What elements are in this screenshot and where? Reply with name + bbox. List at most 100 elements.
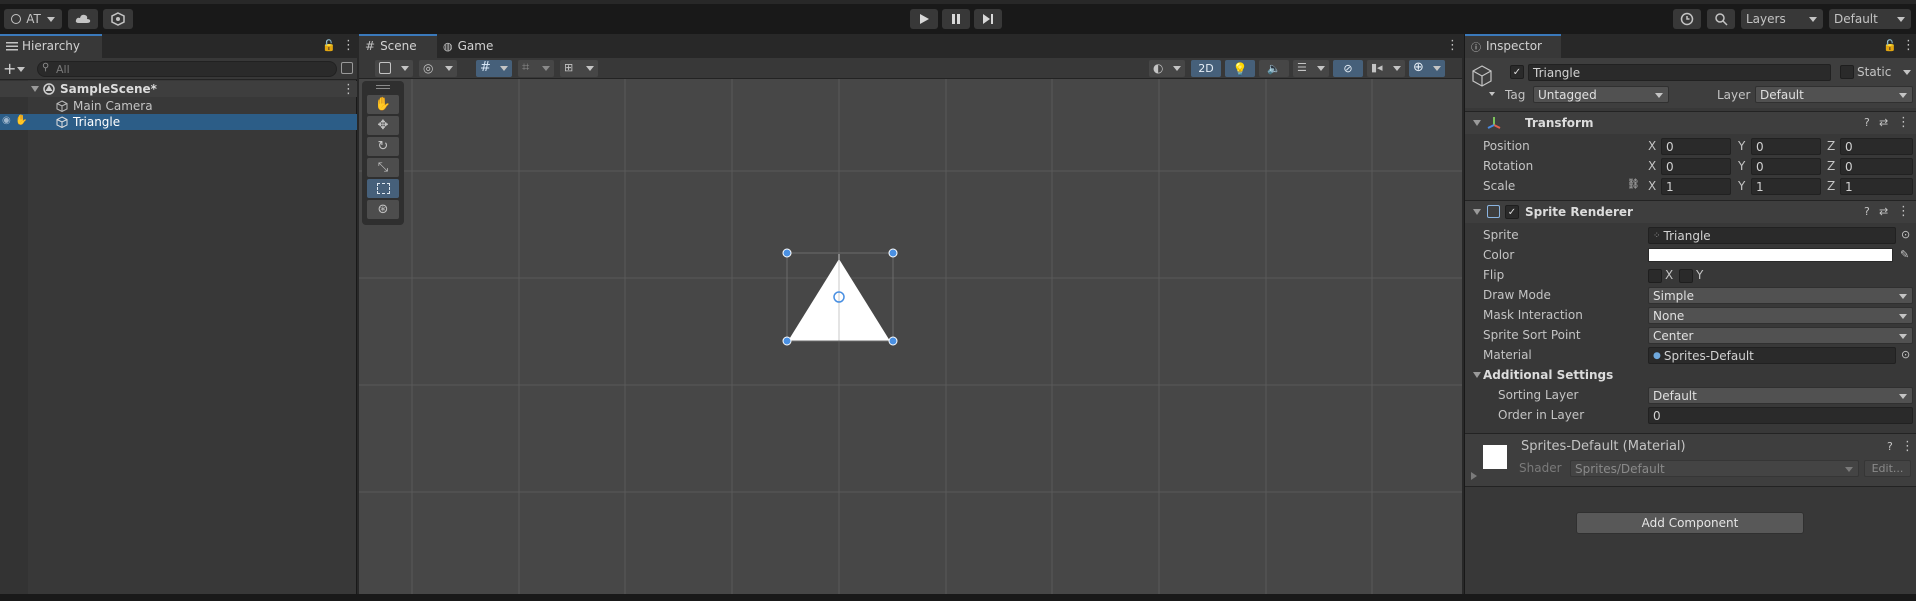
draw-mode-dropdown[interactable] [375, 60, 413, 77]
help-icon[interactable]: ? [1864, 116, 1870, 129]
tab-inspector[interactable]: ⓘ Inspector [1465, 34, 1561, 58]
more-menu-icon[interactable]: ⋮ [1897, 115, 1910, 130]
expand-arrow-icon[interactable] [1473, 120, 1481, 126]
sprite-sort-point-dropdown[interactable]: Center [1648, 327, 1913, 344]
render-mode-dropdown[interactable]: ◎ [419, 60, 457, 77]
lighting-toggle[interactable]: 💡 [1225, 60, 1255, 77]
hierarchy-item-triangle[interactable]: ◉ ✋ Triangle [0, 114, 357, 130]
visibility-eye-icon[interactable]: ◉ [2, 115, 11, 126]
object-name-input[interactable]: Triangle [1528, 64, 1831, 81]
expand-arrow-icon[interactable] [1471, 472, 1477, 480]
expand-arrow-icon[interactable] [31, 86, 39, 92]
more-menu-icon[interactable]: ⋮ [342, 82, 355, 97]
help-icon[interactable]: ? [1887, 440, 1893, 453]
drag-handle-icon[interactable] [376, 85, 390, 89]
eyedropper-icon[interactable]: ✎ [1900, 248, 1909, 261]
lock-icon[interactable]: 🔓 [1883, 39, 1897, 52]
tab-hierarchy[interactable]: Hierarchy [0, 34, 102, 58]
transform-header[interactable]: Transform ? ⇄ ⋮ [1465, 111, 1916, 134]
rotation-y-field[interactable]: 0 [1751, 158, 1821, 175]
tab-scene[interactable]: # Scene [359, 34, 440, 58]
edit-shader-button[interactable]: Edit... [1864, 460, 1911, 477]
audio-toggle[interactable]: 🔈 [1259, 60, 1289, 77]
rotate-tool[interactable]: ↻ [367, 137, 399, 156]
cloud-button[interactable] [68, 9, 98, 29]
hierarchy-item-main-camera[interactable]: Main Camera [0, 98, 357, 114]
layers-dropdown[interactable]: Layers [1741, 9, 1823, 29]
rect-tool[interactable] [367, 179, 399, 198]
position-x-field[interactable]: 0 [1661, 138, 1731, 155]
more-menu-icon[interactable]: ⋮ [1446, 38, 1459, 53]
more-menu-icon[interactable]: ⋮ [1902, 38, 1915, 53]
effects-dropdown[interactable]: ☰ [1293, 60, 1329, 77]
chevron-down-icon[interactable] [1489, 92, 1495, 96]
axis-x-label[interactable]: X [1648, 139, 1656, 153]
lock-icon[interactable]: 🔓 [322, 39, 336, 52]
chevron-down-icon[interactable] [17, 67, 25, 72]
object-picker-icon[interactable]: ⊙ [1901, 228, 1910, 241]
axis-z-label[interactable]: Z [1827, 179, 1835, 193]
toggle-2d-button[interactable]: 2D [1191, 60, 1221, 77]
tab-game[interactable]: ◍ Game [437, 34, 503, 58]
search-options-icon[interactable] [341, 62, 353, 74]
position-z-field[interactable]: 0 [1840, 138, 1913, 155]
preset-sliders-icon[interactable]: ⇄ [1879, 116, 1888, 129]
scale-x-field[interactable]: 1 [1661, 178, 1731, 195]
collab-button[interactable] [103, 9, 133, 29]
help-icon[interactable]: ? [1864, 205, 1870, 218]
camera-mode-dropdown[interactable]: ◐ [1149, 60, 1185, 77]
increment-snap-dropdown[interactable]: ⊞ [560, 60, 598, 77]
axis-y-label[interactable]: Y [1738, 159, 1745, 173]
additional-settings-row[interactable]: Additional Settings [1465, 366, 1916, 384]
layout-dropdown[interactable]: Default [1829, 9, 1911, 29]
more-menu-icon[interactable]: ⋮ [1897, 204, 1910, 219]
add-component-button[interactable]: Add Component [1576, 512, 1804, 534]
flip-y-checkbox[interactable] [1679, 269, 1693, 283]
layer-dropdown[interactable]: Default [1755, 86, 1913, 103]
axis-x-label[interactable]: X [1648, 159, 1656, 173]
tag-dropdown[interactable]: Untagged [1533, 86, 1669, 103]
transform-tool[interactable]: ⊛ [367, 200, 399, 219]
static-checkbox[interactable] [1840, 65, 1854, 79]
color-swatch[interactable] [1648, 248, 1893, 262]
pickable-hand-icon[interactable]: ✋ [15, 115, 27, 126]
rotation-x-field[interactable]: 0 [1661, 158, 1731, 175]
active-checkbox[interactable]: ✓ [1510, 65, 1524, 79]
expand-arrow-icon[interactable] [1473, 372, 1481, 378]
sprite-object-field[interactable]: ⁘ Triangle [1648, 227, 1896, 244]
triangle-sprite[interactable] [359, 79, 1462, 594]
preset-sliders-icon[interactable]: ⇄ [1879, 205, 1888, 218]
more-menu-icon[interactable]: ⋮ [1901, 439, 1914, 454]
snap-increment-dropdown[interactable]: ⌗ [518, 60, 554, 77]
step-button[interactable] [974, 9, 1002, 29]
material-object-field[interactable]: ● Sprites-Default [1648, 347, 1896, 364]
mask-interaction-dropdown[interactable]: None [1648, 307, 1913, 324]
object-picker-icon[interactable]: ⊙ [1901, 348, 1910, 361]
expand-arrow-icon[interactable] [1473, 209, 1481, 215]
play-button[interactable] [910, 9, 938, 29]
scene-visibility-toggle[interactable]: ⊘ [1333, 60, 1363, 77]
sprite-renderer-enabled-checkbox[interactable]: ✓ [1505, 205, 1519, 219]
move-tool[interactable]: ✥ [367, 116, 399, 135]
sprite-renderer-header[interactable]: ✓ Sprite Renderer ? ⇄ ⋮ [1465, 200, 1916, 223]
position-y-field[interactable]: 0 [1751, 138, 1821, 155]
history-button[interactable] [1673, 9, 1701, 29]
scale-y-field[interactable]: 1 [1751, 178, 1821, 195]
pause-button[interactable] [942, 9, 970, 29]
axis-z-label[interactable]: Z [1827, 139, 1835, 153]
constrain-proportions-icon[interactable]: ⛓ [1627, 179, 1640, 190]
axis-z-label[interactable]: Z [1827, 159, 1835, 173]
more-menu-icon[interactable]: ⋮ [342, 38, 355, 53]
grid-snap-dropdown[interactable]: # [476, 60, 512, 77]
scene-camera-dropdown[interactable]: ▮◂ [1367, 60, 1405, 77]
draw-mode-dropdown[interactable]: Simple [1648, 287, 1913, 304]
scene-row[interactable]: SampleScene* ⋮ [0, 81, 357, 97]
axis-y-label[interactable]: Y [1738, 139, 1745, 153]
sorting-layer-dropdown[interactable]: Default [1648, 387, 1913, 404]
hand-tool[interactable]: ✋ [367, 95, 399, 114]
order-in-layer-field[interactable]: 0 [1648, 407, 1913, 424]
scene-viewport[interactable]: ✋ ✥ ↻ ⤡ ⊛ [359, 79, 1462, 594]
axis-y-label[interactable]: Y [1738, 179, 1745, 193]
axis-x-label[interactable]: X [1648, 179, 1656, 193]
flip-x-checkbox[interactable] [1648, 269, 1662, 283]
